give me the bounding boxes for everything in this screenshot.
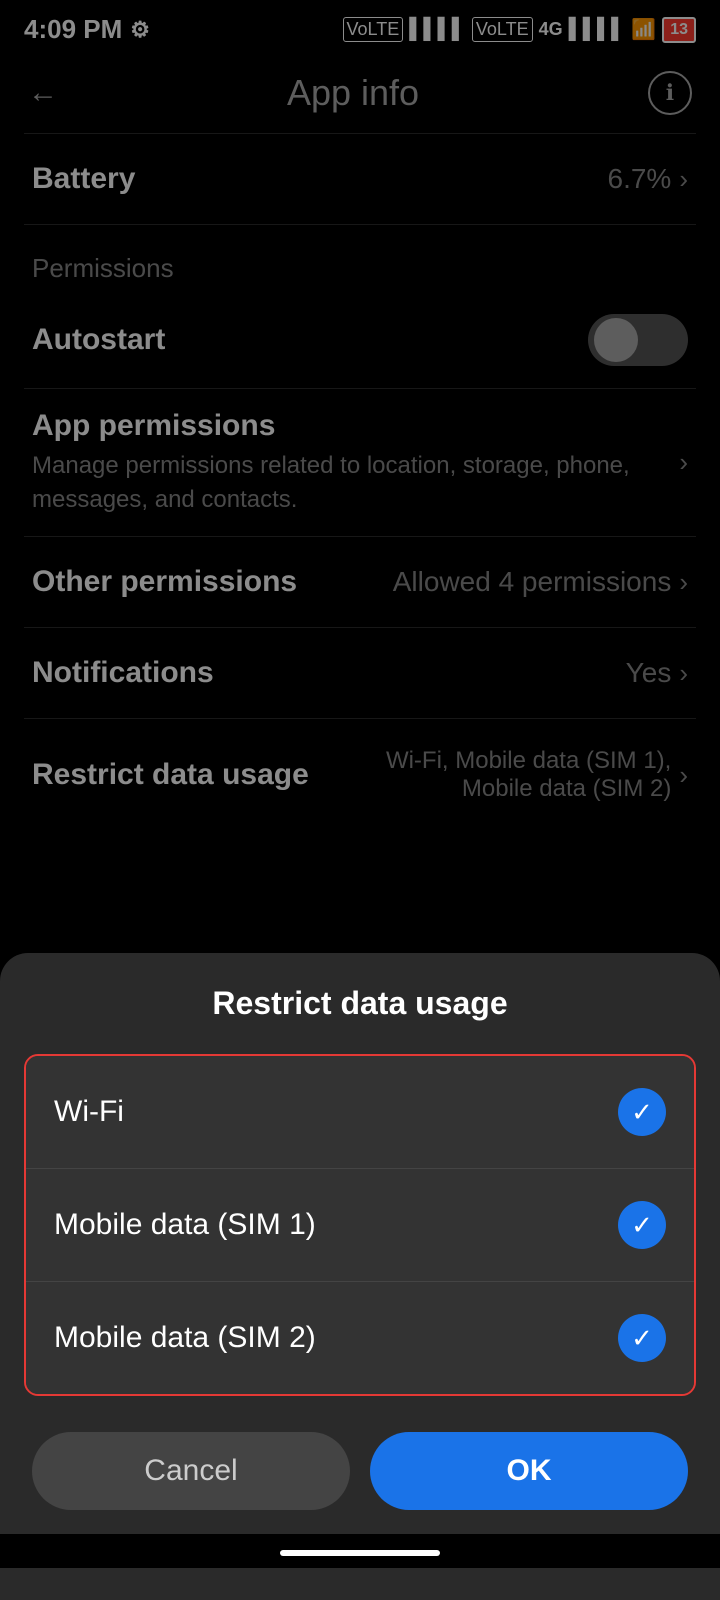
checkmark-sim1-icon: ✓: [631, 1210, 653, 1241]
checkmark-icon: ✓: [631, 1097, 653, 1128]
option-sim2[interactable]: Mobile data (SIM 2) ✓: [26, 1282, 694, 1394]
bottom-sheet-title: Restrict data usage: [0, 953, 720, 1042]
option-sim1-checkbox[interactable]: ✓: [618, 1201, 666, 1249]
options-box: Wi-Fi ✓ Mobile data (SIM 1) ✓ Mobile dat…: [24, 1054, 696, 1396]
action-buttons: Cancel OK: [0, 1420, 720, 1534]
option-wifi[interactable]: Wi-Fi ✓: [26, 1056, 694, 1169]
option-wifi-label: Wi-Fi: [54, 1095, 124, 1129]
option-wifi-checkbox[interactable]: ✓: [618, 1088, 666, 1136]
option-sim1[interactable]: Mobile data (SIM 1) ✓: [26, 1169, 694, 1282]
home-indicator: [0, 1534, 720, 1568]
option-sim2-label: Mobile data (SIM 2): [54, 1321, 316, 1355]
home-bar: [280, 1550, 440, 1556]
checkmark-sim2-icon: ✓: [631, 1323, 653, 1354]
ok-button[interactable]: OK: [370, 1432, 688, 1510]
option-sim1-label: Mobile data (SIM 1): [54, 1208, 316, 1242]
option-sim2-checkbox[interactable]: ✓: [618, 1314, 666, 1362]
bottom-sheet: Restrict data usage Wi-Fi ✓ Mobile data …: [0, 953, 720, 1600]
cancel-button[interactable]: Cancel: [32, 1432, 350, 1510]
